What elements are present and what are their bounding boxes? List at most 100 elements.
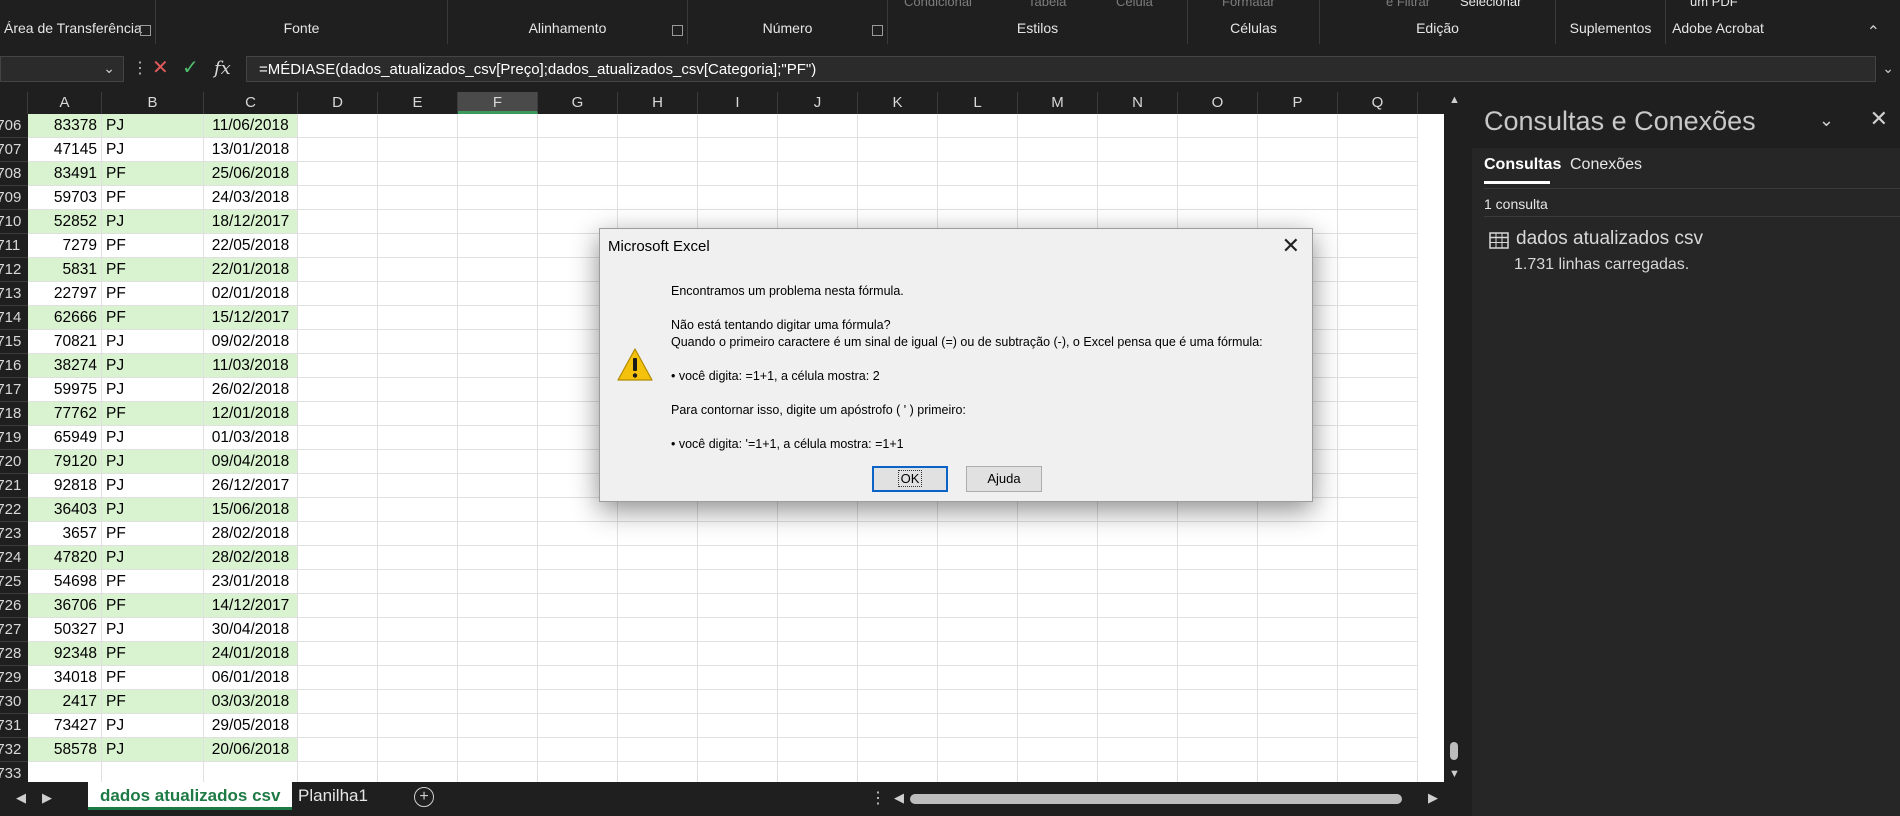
cell[interactable] — [458, 738, 538, 762]
more-options-icon[interactable]: ⋮ — [132, 58, 148, 78]
cell-preco[interactable]: 92818 — [28, 474, 102, 498]
cell[interactable] — [378, 738, 458, 762]
cell[interactable] — [1258, 666, 1338, 690]
cell[interactable] — [1018, 186, 1098, 210]
cell-preco[interactable]: 2417 — [28, 690, 102, 714]
expand-formula-bar-icon[interactable]: ⌄ — [1882, 60, 1894, 77]
cell-data[interactable]: 28/02/2018 — [204, 546, 298, 570]
row-header[interactable]: 1715 — [0, 330, 28, 354]
cell[interactable] — [298, 258, 378, 282]
cell[interactable] — [778, 114, 858, 138]
cell[interactable] — [298, 618, 378, 642]
cell[interactable] — [1018, 738, 1098, 762]
cell[interactable] — [378, 714, 458, 738]
cell-preco[interactable]: 52852 — [28, 210, 102, 234]
cell[interactable] — [458, 114, 538, 138]
cell[interactable] — [618, 114, 698, 138]
cell[interactable] — [1338, 498, 1418, 522]
cell[interactable] — [858, 522, 938, 546]
column-header-d[interactable]: D — [298, 92, 378, 114]
cell[interactable] — [378, 762, 458, 782]
conditional-format-label[interactable]: Condicional — [904, 0, 972, 9]
row-header[interactable]: 1732 — [0, 738, 28, 762]
cell[interactable] — [538, 546, 618, 570]
cell-data[interactable]: 20/06/2018 — [204, 738, 298, 762]
cell[interactable] — [778, 186, 858, 210]
cell-data[interactable]: 22/01/2018 — [204, 258, 298, 282]
cell[interactable] — [298, 234, 378, 258]
cell[interactable] — [698, 642, 778, 666]
cell[interactable] — [618, 762, 698, 782]
cell[interactable] — [298, 114, 378, 138]
cell[interactable] — [458, 378, 538, 402]
cell[interactable] — [858, 666, 938, 690]
cell[interactable] — [778, 642, 858, 666]
cell[interactable] — [618, 138, 698, 162]
cell[interactable] — [1338, 330, 1418, 354]
cell[interactable] — [1098, 642, 1178, 666]
cell-preco[interactable]: 73427 — [28, 714, 102, 738]
cell-data[interactable] — [204, 762, 298, 782]
cell[interactable] — [1338, 690, 1418, 714]
cell[interactable] — [1018, 570, 1098, 594]
cell-categoria[interactable]: PJ — [102, 114, 204, 138]
cell[interactable] — [1098, 690, 1178, 714]
cell-categoria[interactable]: PF — [102, 258, 204, 282]
cell-preco[interactable]: 92348 — [28, 642, 102, 666]
cell[interactable] — [458, 306, 538, 330]
cell-categoria[interactable]: PJ — [102, 714, 204, 738]
row-header[interactable]: 1713 — [0, 282, 28, 306]
cell[interactable] — [938, 546, 1018, 570]
column-header-c[interactable]: C — [204, 92, 298, 114]
cell-preco[interactable]: 62666 — [28, 306, 102, 330]
cell[interactable] — [378, 474, 458, 498]
cell[interactable] — [698, 162, 778, 186]
cell[interactable] — [938, 522, 1018, 546]
cell-data[interactable]: 15/12/2017 — [204, 306, 298, 330]
cell[interactable] — [458, 210, 538, 234]
cell-preco[interactable]: 47145 — [28, 138, 102, 162]
cell[interactable] — [1018, 162, 1098, 186]
cell[interactable] — [1338, 282, 1418, 306]
cell[interactable] — [538, 738, 618, 762]
cell-data[interactable]: 09/02/2018 — [204, 330, 298, 354]
scroll-thumb[interactable] — [1450, 742, 1458, 760]
cell[interactable] — [458, 282, 538, 306]
cell[interactable] — [778, 138, 858, 162]
cell-data[interactable]: 11/06/2018 — [204, 114, 298, 138]
cell[interactable] — [298, 666, 378, 690]
cell[interactable] — [378, 690, 458, 714]
column-header-i[interactable]: I — [698, 92, 778, 114]
cell[interactable] — [458, 594, 538, 618]
help-button[interactable]: Ajuda — [966, 466, 1042, 492]
formula-input[interactable]: =MÉDIASE(dados_atualizados_csv[Preço];da… — [246, 56, 1876, 82]
cell[interactable] — [1098, 522, 1178, 546]
cell-data[interactable]: 24/03/2018 — [204, 186, 298, 210]
cell[interactable] — [458, 330, 538, 354]
column-header-e[interactable]: E — [378, 92, 458, 114]
cell-data[interactable]: 23/01/2018 — [204, 570, 298, 594]
tab-consultas[interactable]: Consultas — [1484, 156, 1561, 174]
cell[interactable] — [1258, 522, 1338, 546]
column-header-k[interactable]: K — [858, 92, 938, 114]
cell[interactable] — [858, 594, 938, 618]
cell[interactable] — [1018, 714, 1098, 738]
cell[interactable] — [1338, 594, 1418, 618]
row-header[interactable]: 1718 — [0, 402, 28, 426]
ribbon-group-styles[interactable]: Condicional Tabela Célula Estilos — [888, 0, 1188, 44]
cell-preco[interactable] — [28, 762, 102, 782]
cell[interactable] — [1258, 138, 1338, 162]
row-header[interactable]: 1733 — [0, 762, 28, 782]
select-all-corner[interactable] — [0, 92, 28, 114]
cell[interactable] — [698, 618, 778, 642]
row-header[interactable]: 1724 — [0, 546, 28, 570]
cell[interactable] — [618, 546, 698, 570]
cell[interactable] — [458, 258, 538, 282]
cell[interactable] — [618, 690, 698, 714]
cell[interactable] — [1258, 738, 1338, 762]
ribbon-group-alignment[interactable]: Alinhamento — [448, 0, 688, 44]
cell[interactable] — [698, 522, 778, 546]
cell[interactable] — [1098, 162, 1178, 186]
cell[interactable] — [1338, 714, 1418, 738]
cell[interactable] — [938, 618, 1018, 642]
